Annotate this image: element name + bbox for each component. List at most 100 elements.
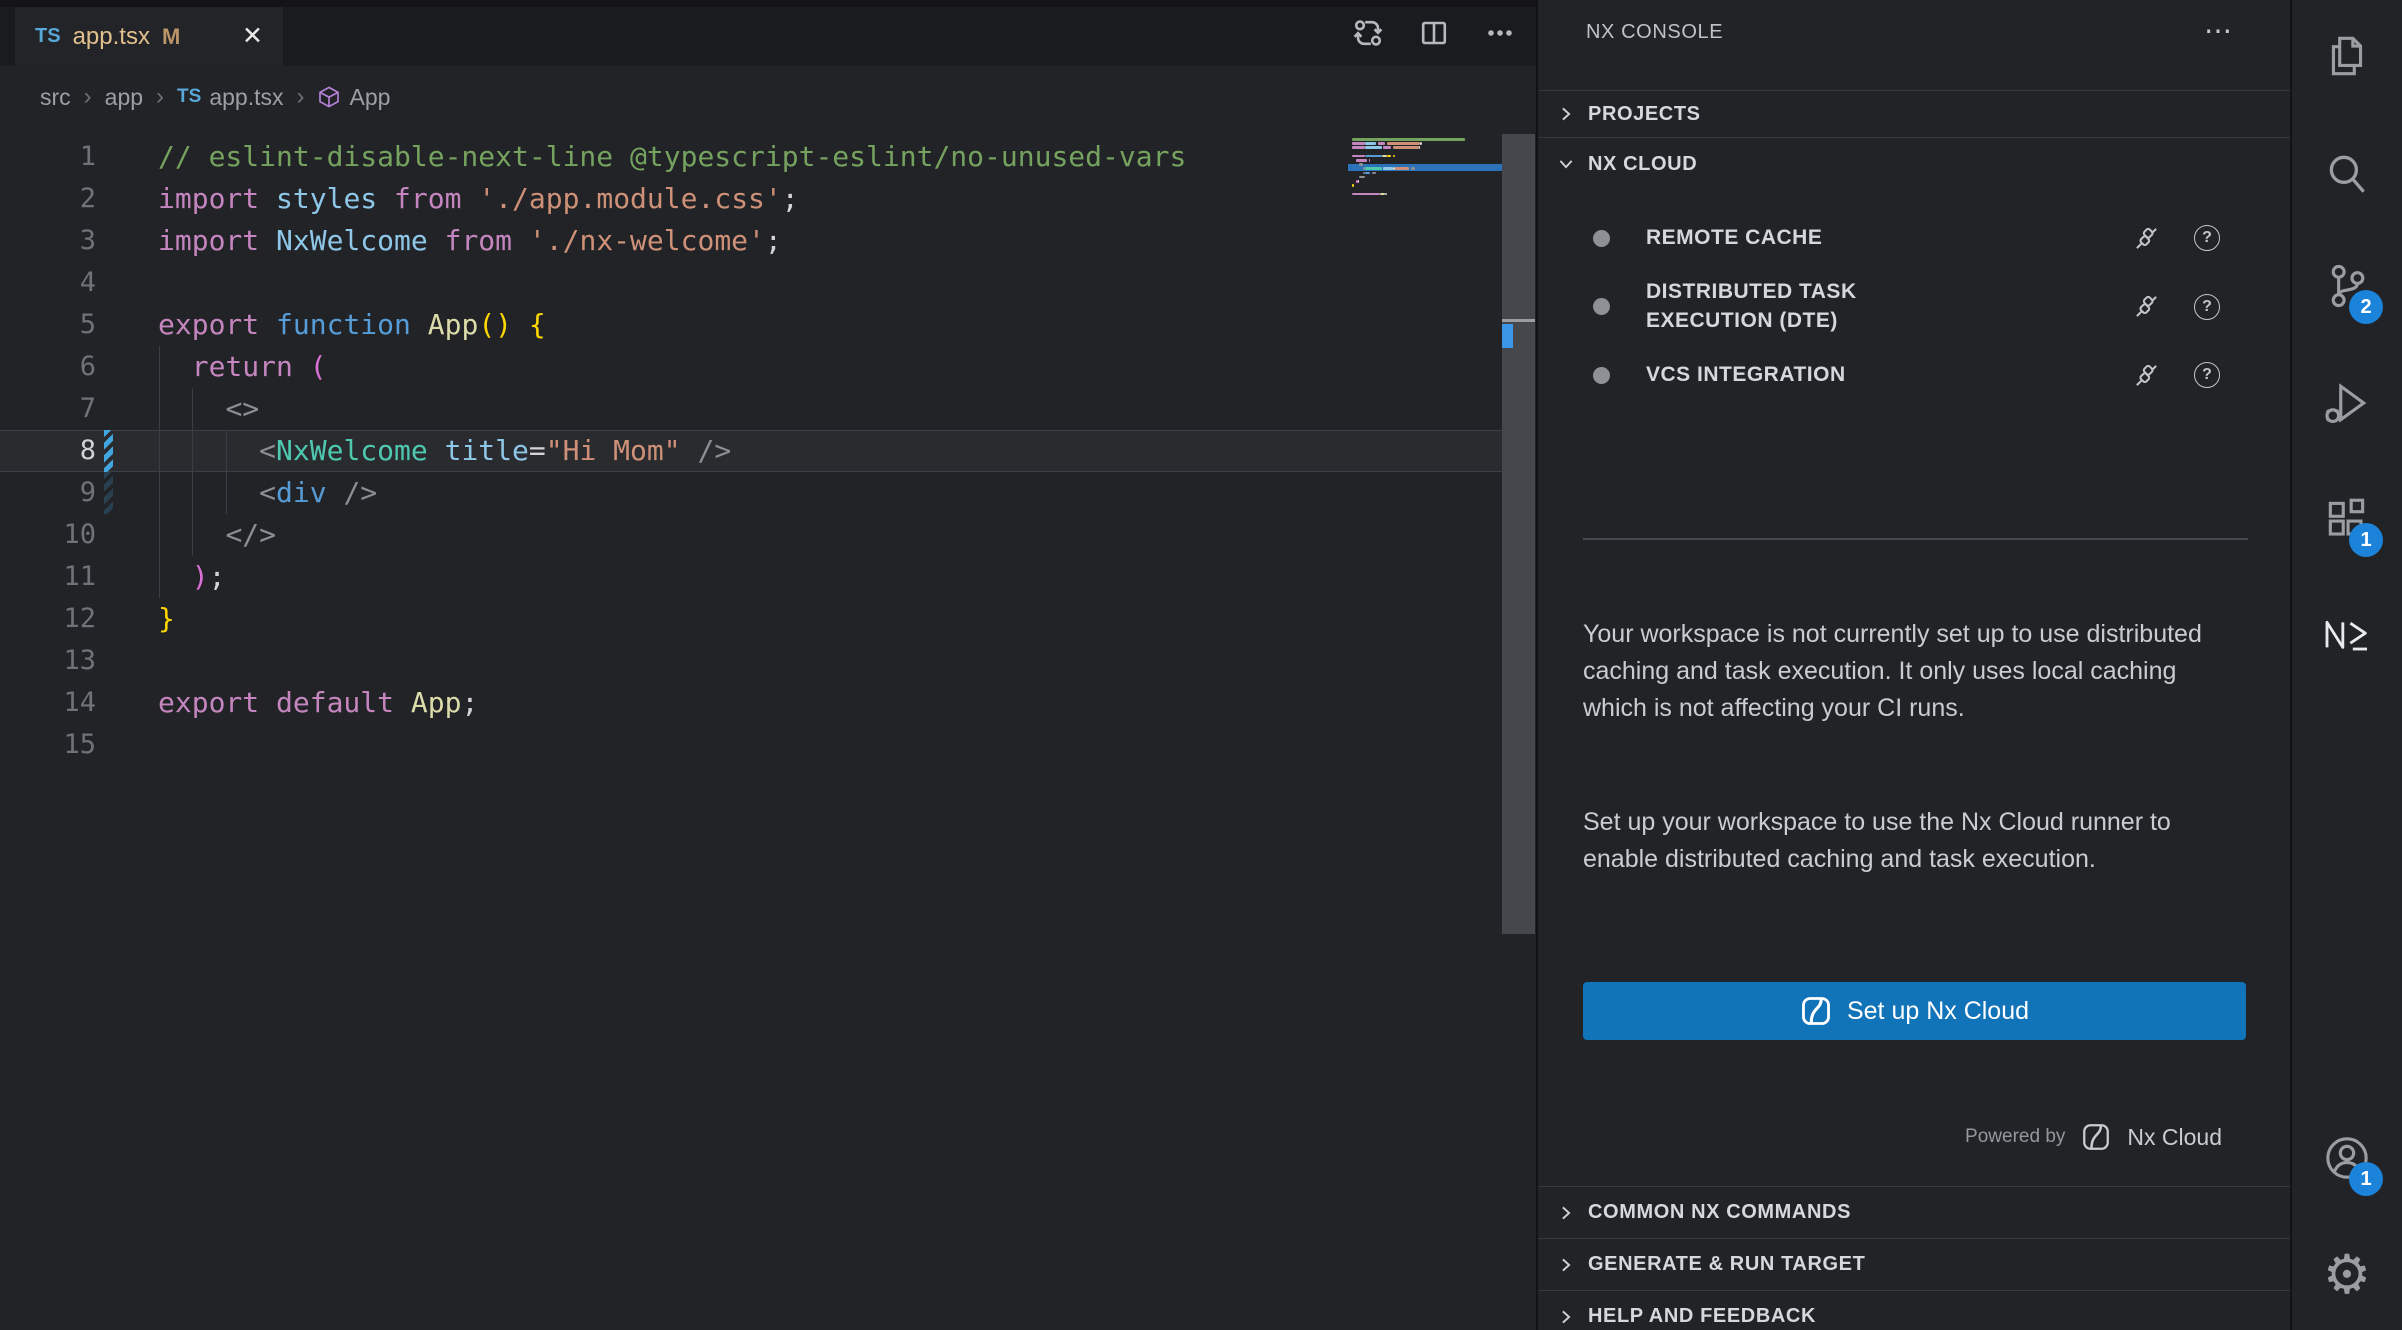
help-question-icon[interactable]: ? [2194, 294, 2220, 320]
code-line[interactable]: 7 <> [0, 388, 1536, 430]
code-editor[interactable]: 1// eslint-disable-next-line @typescript… [0, 136, 1536, 766]
activitybar-item-search[interactable] [2311, 140, 2383, 212]
set-up-nx-cloud-button[interactable]: Set up Nx Cloud [1583, 982, 2246, 1040]
search-icon [2322, 149, 2372, 204]
connect-plug-icon[interactable] [2133, 362, 2160, 389]
help-question-icon[interactable]: ? [2194, 362, 2220, 388]
overview-ruler-modified-mark [1502, 324, 1513, 348]
activitybar-item-nx-console[interactable] [2311, 600, 2383, 672]
code-line[interactable]: 9 <div /> [0, 472, 1536, 514]
open-changes-icon[interactable] [1352, 17, 1384, 49]
code-text: export default App; [158, 682, 478, 724]
code-line[interactable]: 5 export function App() { [0, 304, 1536, 346]
breadcrumb-src[interactable]: src [40, 84, 71, 111]
chevron-right-icon [1556, 104, 1576, 124]
tab-file-name: app.tsx [73, 23, 150, 51]
panel-more-actions-icon[interactable]: ⋯ [2204, 14, 2232, 47]
activitybar-item-source-control[interactable]: 2 [2311, 252, 2383, 324]
section-help-and-feedback[interactable]: HELP AND FEEDBACK [1538, 1290, 2290, 1330]
activitybar-item-accounts[interactable]: 1 [2311, 1124, 2383, 1196]
line-number[interactable]: 7 [0, 388, 96, 430]
gutter [96, 724, 158, 766]
code-line[interactable]: 8 <NxWelcome title="Hi Mom" /> [0, 430, 1536, 472]
tab-app-tsx[interactable]: TS app.tsx M ✕ [15, 7, 283, 66]
activitybar-item-settings[interactable]: ⚙ [2311, 1239, 2383, 1311]
section-nx-cloud[interactable]: NX CLOUD [1538, 138, 2290, 190]
section-label: COMMON NX COMMANDS [1588, 1201, 1851, 1224]
collapsed-sections: COMMON NX COMMANDS GENERATE & RUN TARGET H… [1538, 1186, 2290, 1330]
split-editor-icon[interactable] [1418, 17, 1450, 49]
gear-icon: ⚙ [2323, 1248, 2371, 1302]
section-label: HELP AND FEEDBACK [1588, 1305, 1816, 1328]
activitybar-item-extensions[interactable]: 1 [2311, 485, 2383, 557]
minimap-line-fragment [1365, 142, 1376, 145]
connect-plug-icon[interactable] [2133, 225, 2160, 252]
line-number[interactable]: 14 [0, 682, 96, 724]
gutter [96, 220, 158, 262]
files-icon [2322, 31, 2372, 86]
code-text: } [158, 598, 175, 640]
badge-count: 1 [2349, 1162, 2383, 1196]
section-common-nx-commands[interactable]: COMMON NX COMMANDS [1538, 1186, 2290, 1238]
line-number[interactable]: 8 [0, 430, 96, 472]
overview-ruler-cursor-mark [1502, 319, 1535, 322]
tab-bar-top-strip [0, 0, 1536, 7]
minimap-line-fragment [1365, 155, 1382, 158]
line-number[interactable]: 5 [0, 304, 96, 346]
line-number[interactable]: 13 [0, 640, 96, 682]
git-modified-gutter-marker [104, 430, 113, 472]
activitybar-item-explorer[interactable] [2311, 22, 2383, 94]
code-line[interactable]: 15 [0, 724, 1536, 766]
code-line[interactable]: 3import NxWelcome from './nx-welcome'; [0, 220, 1536, 262]
code-line[interactable]: 2import styles from './app.module.css'; [0, 178, 1536, 220]
line-number[interactable]: 6 [0, 346, 96, 388]
minimap-line-fragment [1387, 155, 1391, 158]
editor-scrollbar-thumb[interactable] [1502, 134, 1535, 934]
breadcrumb: src › app › TS app.tsx › App [40, 66, 390, 128]
code-text: <> [158, 388, 259, 430]
code-line[interactable]: 1// eslint-disable-next-line @typescript… [0, 136, 1536, 178]
help-question-icon[interactable]: ? [2194, 225, 2220, 251]
chevron-right-icon [1556, 1255, 1576, 1275]
close-tab-icon[interactable]: ✕ [242, 24, 263, 49]
code-line[interactable]: 12} [0, 598, 1536, 640]
line-number[interactable]: 12 [0, 598, 96, 640]
breadcrumb-app[interactable]: app [105, 84, 143, 111]
minimap-line-fragment [1352, 155, 1365, 158]
code-line[interactable]: 11 ); [0, 556, 1536, 598]
connect-plug-icon[interactable] [2133, 293, 2160, 320]
line-number[interactable]: 3 [0, 220, 96, 262]
code-line[interactable]: 4 [0, 262, 1536, 304]
activitybar-item-run-and-debug[interactable] [2311, 370, 2383, 442]
minimap-line-fragment [1352, 138, 1465, 141]
minimap[interactable] [1352, 138, 1502, 218]
code-text: ); [158, 556, 225, 598]
minimap-line-fragment [1383, 146, 1390, 149]
more-actions-icon[interactable] [1484, 17, 1516, 49]
minimap-line-fragment [1359, 163, 1363, 166]
code-text: export function App() { [158, 304, 546, 346]
section-generate-run-target[interactable]: GENERATE & RUN TARGET [1538, 1238, 2290, 1290]
minimap-line-fragment [1365, 172, 1371, 175]
line-number[interactable]: 9 [0, 472, 96, 514]
line-number[interactable]: 1 [0, 136, 96, 178]
breadcrumb-app-tsx[interactable]: TS app.tsx [177, 84, 283, 111]
nx-icon [2322, 609, 2372, 664]
line-number[interactable]: 15 [0, 724, 96, 766]
feature-actions: ? [2133, 293, 2220, 320]
line-number[interactable]: 11 [0, 556, 96, 598]
code-line[interactable]: 10 </> [0, 514, 1536, 556]
code-line[interactable]: 14 export default App; [0, 682, 1536, 724]
nx-cloud-feature-label: DISTRIBUTED TASK EXECUTION (DTE) [1646, 278, 1986, 335]
breadcrumb-symbol-app[interactable]: App [317, 84, 390, 111]
line-number[interactable]: 10 [0, 514, 96, 556]
minimap-line-fragment [1378, 142, 1385, 145]
code-line[interactable]: 6 return ( [0, 346, 1536, 388]
code-line[interactable]: 13 [0, 640, 1536, 682]
panel-header: NX CONSOLE ⋯ [1538, 0, 2290, 64]
modified-badge: M [162, 24, 180, 50]
line-number[interactable]: 4 [0, 262, 96, 304]
minimap-line-fragment [1358, 180, 1360, 183]
line-number[interactable]: 2 [0, 178, 96, 220]
section-projects[interactable]: PROJECTS [1538, 90, 2290, 138]
